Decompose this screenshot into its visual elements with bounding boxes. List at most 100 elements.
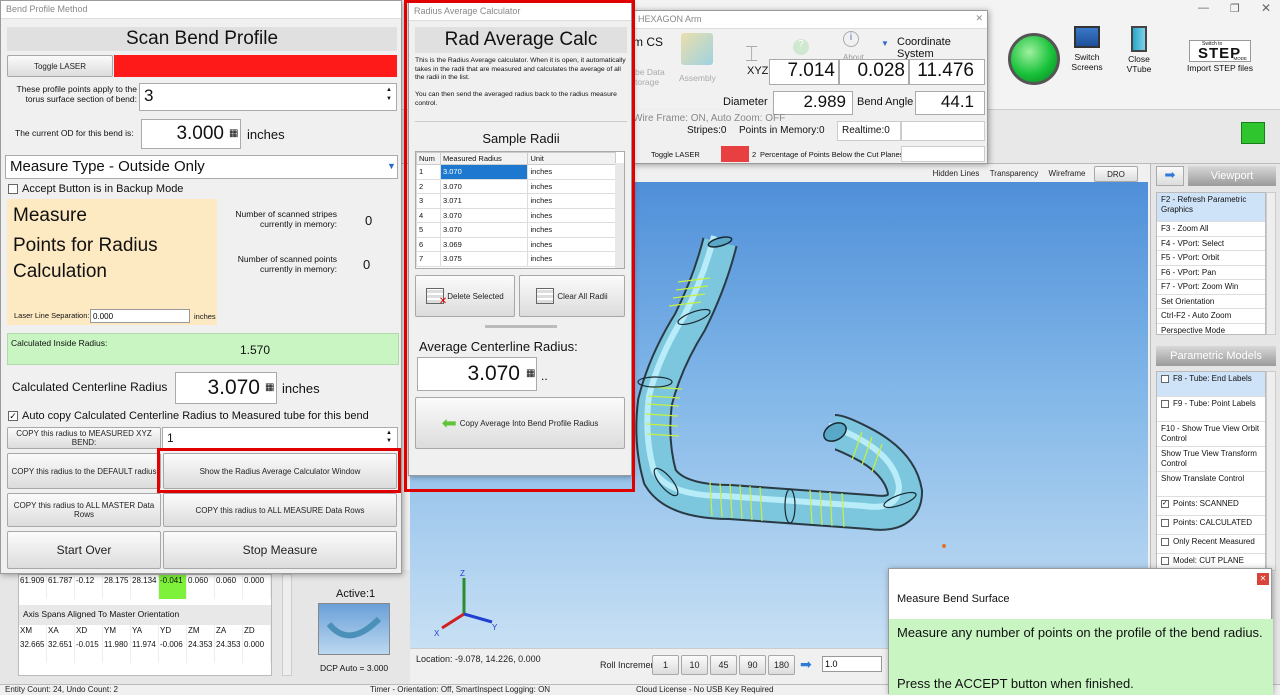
clear-all-button[interactable]: Clear All Radii xyxy=(519,275,625,317)
auto-copy-checkbox[interactable]: ✓ Auto copy Calculated Centerline Radius … xyxy=(8,410,369,422)
parametric-item[interactable]: Show True View Transform Control xyxy=(1157,447,1265,472)
parametric-item[interactable]: Only Recent Measured xyxy=(1157,535,1265,554)
measure-type-dropdown[interactable]: Measure Type - Outside Only xyxy=(5,155,398,179)
calculator-icon-2[interactable]: ▦ xyxy=(265,382,274,393)
transparency-button[interactable]: Transparency xyxy=(986,166,1042,181)
laser-sep-input[interactable] xyxy=(90,309,190,323)
bend-number-spinner[interactable]: 3 xyxy=(139,83,397,111)
data-storage-label[interactable]: be Data torage xyxy=(635,67,665,87)
start-over-button[interactable]: Start Over xyxy=(7,531,161,569)
accept-backup-checkbox[interactable]: Accept Button is in Backup Mode xyxy=(8,183,183,195)
table-row[interactable]: 2 3.070 inches xyxy=(416,178,616,194)
copy-measure-button[interactable]: COPY this radius to ALL MEASURE Data Row… xyxy=(163,493,397,527)
info-icon[interactable]: i xyxy=(843,31,859,47)
parametric-item[interactable]: Show Translate Control xyxy=(1157,472,1265,497)
grid-scrollbar[interactable] xyxy=(282,574,292,676)
table-scrollbar[interactable] xyxy=(615,163,624,268)
bend-angle-label: Bend Angle xyxy=(857,96,914,108)
viewport-item[interactable]: F7 - VPort: Zoom Win xyxy=(1157,280,1265,295)
stripes-value: 0 xyxy=(365,213,373,228)
avg-input[interactable]: 3.070 xyxy=(417,357,537,391)
roll-button[interactable]: 45 xyxy=(710,655,737,675)
calc-centerline-input[interactable]: 3.070 xyxy=(175,372,277,404)
wireframe-button[interactable]: Wireframe xyxy=(1044,166,1090,181)
arm-toggle-laser[interactable]: Toggle LASER xyxy=(651,150,700,159)
sample-radii-title: Sample Radii xyxy=(482,131,560,146)
copy-average-button[interactable]: ⬅ Copy Average Into Bend Profile Radius xyxy=(415,397,625,449)
col-unit[interactable]: Unit xyxy=(527,152,616,165)
stop-measure-button[interactable]: Stop Measure xyxy=(163,531,397,569)
spinner-arrows-icon-2[interactable]: ▲ ▼ xyxy=(386,429,392,445)
import-step-button[interactable]: Switch to STEP MODE Import STEP files xyxy=(1180,40,1260,84)
toggle-laser-button[interactable]: Toggle LASER xyxy=(7,55,113,77)
spinner-arrows-icon[interactable]: ▲ ▼ xyxy=(386,86,392,104)
parametric-item[interactable]: Points: CALCULATED xyxy=(1157,516,1265,535)
arm-close-icon[interactable]: ✕ xyxy=(975,13,983,24)
table-row[interactable]: 5 3.070 inches xyxy=(416,222,616,238)
viewport-item[interactable]: Perspective Mode xyxy=(1157,323,1265,334)
copy-master-button[interactable]: COPY this radius to ALL MASTER Data Rows xyxy=(7,493,161,527)
table-row[interactable]: 1 3.070 inches xyxy=(416,164,616,180)
calc-centerline-unit: inches xyxy=(282,381,320,396)
close-vtube-button[interactable]: Close VTube xyxy=(1117,26,1161,86)
viewport-item[interactable]: F5 - VPort: Orbit xyxy=(1157,251,1265,266)
green-status-button[interactable] xyxy=(1008,33,1060,85)
viewport-scrollbar[interactable] xyxy=(1266,192,1276,335)
coordinate-system-label[interactable]: Coordinate System xyxy=(897,36,987,60)
table-row[interactable]: 7 3.075 inches xyxy=(416,251,616,267)
copy-xyz-button[interactable]: COPY this radius to MEASURED XYZ BEND: xyxy=(7,427,161,449)
hidden-lines-button[interactable]: Hidden Lines xyxy=(929,166,983,181)
copy-default-button[interactable]: COPY this radius to the DEFAULT radius xyxy=(7,453,161,489)
coord-dropdown-icon[interactable]: ▼ xyxy=(881,39,889,48)
switch-screens-button[interactable]: Switch Screens xyxy=(1064,26,1110,86)
roll-button[interactable]: 1 xyxy=(652,655,679,675)
checkbox-icon[interactable] xyxy=(1161,518,1169,527)
show-calculator-button[interactable]: Show the Radius Average Calculator Windo… xyxy=(163,453,397,489)
dcp-thumbnail[interactable] xyxy=(318,603,390,655)
roll-button[interactable]: 90 xyxy=(739,655,766,675)
viewport-item[interactable]: Ctrl-F2 - Auto Zoom xyxy=(1157,309,1265,324)
parametric-label: Points: SCANNED xyxy=(1173,499,1239,508)
assembly-label[interactable]: Assembly xyxy=(679,73,716,83)
window-close-icon[interactable]: ✕ xyxy=(1261,1,1271,15)
col-radius[interactable]: Measured Radius xyxy=(439,152,529,165)
viewport-item[interactable]: F4 - VPort: Select xyxy=(1157,236,1265,251)
viewport-item[interactable]: Set Orientation xyxy=(1157,294,1265,309)
help-icon[interactable]: ? xyxy=(793,39,809,55)
cell-radius: 3.070 xyxy=(439,207,529,223)
parametric-item[interactable]: F8 - Tube: End Labels xyxy=(1157,372,1265,397)
calculator-icon-3[interactable]: ▦ xyxy=(526,368,535,379)
grid-cell: 28.175 xyxy=(103,575,131,599)
od-input[interactable]: 3.000 xyxy=(141,119,241,149)
viewport-item[interactable]: F3 - Zoom All xyxy=(1157,222,1265,237)
roll-value-input[interactable] xyxy=(822,656,882,672)
checkbox-icon[interactable] xyxy=(1161,399,1169,408)
table-row[interactable]: 4 3.070 inches xyxy=(416,207,616,223)
viewport-expand-button[interactable]: ➡ xyxy=(1156,166,1184,186)
parametric-item[interactable]: F10 - Show True View Orbit Control xyxy=(1157,422,1265,447)
checkbox-icon[interactable] xyxy=(1161,537,1169,546)
checkbox-icon[interactable] xyxy=(1161,556,1169,565)
parametric-scrollbar[interactable] xyxy=(1266,371,1276,571)
popup-close-icon[interactable]: ✕ xyxy=(1257,573,1269,585)
checkbox-icon[interactable]: ✓ xyxy=(1161,499,1169,508)
calculator-icon[interactable]: ▦ xyxy=(229,128,238,139)
blue-arrow-icon[interactable]: ➡ xyxy=(800,657,820,671)
copy-xyz-spinner[interactable]: 1 xyxy=(162,427,398,449)
viewport-item[interactable]: F6 - VPort: Pan xyxy=(1157,265,1265,280)
dro-button[interactable]: DRO xyxy=(1094,166,1138,182)
parametric-item[interactable]: F9 - Tube: Point Labels xyxy=(1157,397,1265,422)
roll-button[interactable]: 10 xyxy=(681,655,708,675)
delete-selected-button[interactable]: ✕ Delete Selected xyxy=(415,275,515,317)
viewport-item[interactable]: F2 - Refresh Parametric Graphics xyxy=(1157,193,1265,222)
dropdown-arrow-icon[interactable]: ▼ xyxy=(387,161,396,171)
table-row[interactable]: 6 3.069 inches xyxy=(416,236,616,252)
window-restore-icon[interactable]: ❐ xyxy=(1230,2,1240,15)
checkbox-icon[interactable] xyxy=(1161,374,1169,383)
col-num[interactable]: Num xyxy=(416,152,441,165)
window-minimize-icon[interactable]: — xyxy=(1198,2,1209,14)
table-row[interactable]: 3 3.071 inches xyxy=(416,193,616,209)
parametric-item[interactable]: ✓ Points: SCANNED xyxy=(1157,497,1265,516)
cell-radius: 3.069 xyxy=(439,236,529,252)
roll-button[interactable]: 180 xyxy=(768,655,795,675)
